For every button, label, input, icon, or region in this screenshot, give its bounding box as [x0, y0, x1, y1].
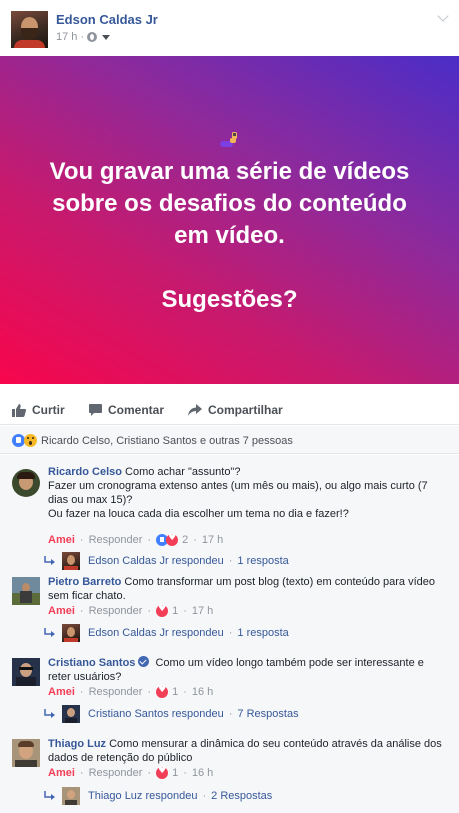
- love-reaction-icon: [156, 604, 169, 617]
- comment-text-line: Como transformar um post blog (texto) em…: [124, 576, 436, 588]
- reply-count[interactable]: 1 resposta: [237, 555, 288, 567]
- comment-time[interactable]: 17 h: [202, 534, 223, 546]
- commenter-name[interactable]: Pietro Barreto: [48, 576, 121, 588]
- reply-summary[interactable]: Cristiano Santos respondeu · 7 Respostas: [44, 705, 299, 723]
- reply-count[interactable]: 2 Respostas: [211, 790, 272, 802]
- love-reaction-icon: [156, 685, 169, 698]
- replier-avatar: [62, 624, 80, 642]
- banner-line-2: sobre os desafios do conteúdo: [52, 190, 407, 217]
- replier-avatar: [62, 787, 80, 805]
- reply-arrow-icon: [44, 709, 55, 718]
- globe-icon: [87, 32, 98, 42]
- comment-actions: Amei · Responder · 1 · 17 h: [48, 604, 213, 617]
- post-banner: Vou gravar uma série de vídeos sobre os …: [0, 56, 459, 384]
- like-label: Curtir: [32, 403, 65, 417]
- commenter-avatar[interactable]: [12, 469, 40, 497]
- banner-text: Vou gravar uma série de vídeos sobre os …: [0, 156, 459, 316]
- commenter-avatar[interactable]: [12, 739, 40, 767]
- reaction-count[interactable]: 2: [182, 534, 188, 546]
- author-avatar[interactable]: [11, 11, 48, 48]
- post-meta: 17 h ·: [56, 31, 111, 43]
- comment-text-line: Ou fazer na louca cada dia escolher um t…: [48, 508, 349, 520]
- replier-avatar: [62, 552, 80, 570]
- commenter-avatar[interactable]: [12, 577, 40, 605]
- reply-button[interactable]: Responder: [89, 534, 143, 546]
- post-time[interactable]: 17 h: [56, 31, 77, 43]
- reply-count[interactable]: 7 Respostas: [237, 708, 298, 720]
- replier-avatar: [62, 705, 80, 723]
- reply-arrow-icon: [44, 791, 55, 800]
- reactions-text[interactable]: Ricardo Celso, Cristiano Santos e outras…: [41, 435, 293, 447]
- comment-body: Cristiano Santos Como um vídeo longo tam…: [48, 656, 448, 684]
- love-reaction-icon: [166, 533, 179, 546]
- comment-label: Comentar: [108, 403, 165, 417]
- banner-line-4: Sugestões?: [161, 286, 298, 313]
- commenter-name[interactable]: Cristiano Santos: [48, 657, 135, 669]
- banner-line-1: Vou gravar uma série de vídeos: [49, 158, 410, 185]
- comment-time[interactable]: 16 h: [192, 686, 213, 698]
- reply-count[interactable]: 1 resposta: [237, 627, 288, 639]
- commenter-name[interactable]: Ricardo Celso: [48, 466, 122, 478]
- replier-name[interactable]: Edson Caldas Jr respondeu: [88, 555, 224, 567]
- comment-time[interactable]: 17 h: [192, 605, 213, 617]
- like-button[interactable]: Curtir: [12, 403, 65, 417]
- reactions-bar: Ricardo Celso, Cristiano Santos e outras…: [0, 426, 459, 454]
- reply-summary[interactable]: Thiago Luz respondeu · 2 Respostas: [44, 787, 272, 805]
- post-header: Edson Caldas Jr 17 h ·: [0, 0, 459, 56]
- banner-line-3: em vídeo.: [174, 222, 285, 249]
- comment-text-line: Como um vídeo longo também pode ser inte…: [155, 657, 424, 669]
- reply-summary[interactable]: Edson Caldas Jr respondeu · 1 resposta: [44, 552, 289, 570]
- share-icon: [188, 404, 202, 416]
- comment-button[interactable]: Comentar: [89, 403, 164, 417]
- thumbs-up-icon: [12, 403, 26, 417]
- audience-caret-icon[interactable]: [102, 34, 111, 40]
- comment-text-line: Fazer um cronograma extenso antes (um mê…: [48, 480, 428, 492]
- reaction-count[interactable]: 1: [172, 767, 178, 779]
- comment-text-line: dados de retenção do público: [48, 752, 193, 764]
- commenter-avatar[interactable]: [12, 658, 40, 686]
- love-reaction-icon: [156, 766, 169, 779]
- wow-reaction-icon: [24, 434, 37, 447]
- love-button[interactable]: Amei: [48, 686, 75, 698]
- love-button[interactable]: Amei: [48, 605, 75, 617]
- reactions-summary[interactable]: Ricardo Celso, Cristiano Santos e outras…: [12, 434, 293, 447]
- meta-separator: ·: [80, 31, 85, 43]
- comment-time[interactable]: 16 h: [192, 767, 213, 779]
- reaction-count[interactable]: 1: [172, 605, 178, 617]
- comment-actions: Amei · Responder · 1 · 16 h: [48, 685, 213, 698]
- comments-section: Ricardo Celso Como achar "assunto"? Faze…: [0, 455, 459, 813]
- comment-text-line: sem ficar chato.: [48, 590, 126, 602]
- reply-button[interactable]: Responder: [89, 767, 143, 779]
- comment-actions: Amei · Responder · 1 · 16 h: [48, 766, 213, 779]
- reply-arrow-icon: [44, 556, 55, 565]
- comment-body: Ricardo Celso Como achar "assunto"? Faze…: [48, 465, 448, 521]
- comment-icon: [89, 404, 102, 416]
- verified-icon: [138, 656, 150, 667]
- comment-text-line: dias ou max 15)?: [48, 494, 133, 506]
- comment-body: Thiago Luz Como mensurar a dinâmica do s…: [48, 737, 448, 765]
- comment-text-line: Como mensurar a dinâmica do seu conteúdo…: [109, 738, 442, 750]
- commenter-name[interactable]: Thiago Luz: [48, 738, 106, 750]
- replier-name[interactable]: Cristiano Santos respondeu: [88, 708, 224, 720]
- comment-text-line: Como achar "assunto"?: [125, 466, 241, 478]
- love-button[interactable]: Amei: [48, 534, 75, 546]
- comment-actions: Amei · Responder · 2 · 17 h: [48, 533, 223, 546]
- author-name[interactable]: Edson Caldas Jr: [56, 12, 158, 27]
- love-button[interactable]: Amei: [48, 767, 75, 779]
- selfie-hand-icon: [220, 132, 237, 147]
- reply-summary[interactable]: Edson Caldas Jr respondeu · 1 resposta: [44, 624, 289, 642]
- share-label: Compartilhar: [208, 403, 283, 417]
- reply-arrow-icon: [44, 628, 55, 637]
- post-actions: Curtir Comentar Compartilhar: [0, 395, 459, 425]
- comment-body: Pietro Barreto Como transformar um post …: [48, 575, 448, 603]
- reply-button[interactable]: Responder: [89, 605, 143, 617]
- share-button[interactable]: Compartilhar: [188, 403, 283, 417]
- comment-text-line: reter usuários?: [48, 671, 122, 683]
- replier-name[interactable]: Edson Caldas Jr respondeu: [88, 627, 224, 639]
- reaction-count[interactable]: 1: [172, 686, 178, 698]
- replier-name[interactable]: Thiago Luz respondeu: [88, 790, 197, 802]
- reply-button[interactable]: Responder: [89, 686, 143, 698]
- post-options-chevron-icon[interactable]: [437, 12, 449, 24]
